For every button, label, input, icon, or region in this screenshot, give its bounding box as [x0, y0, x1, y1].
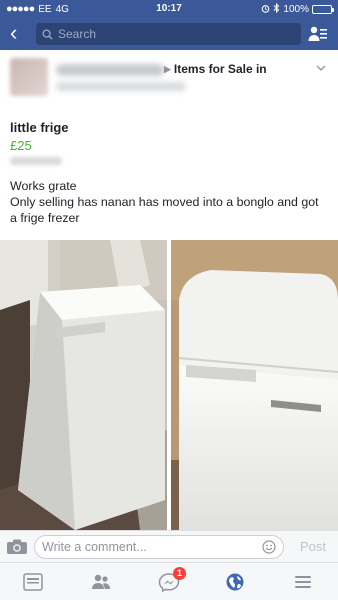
listing-price: £25 [10, 138, 32, 153]
post-header: ▶ Items for Sale in [0, 50, 338, 102]
description-line-1: Works grate [10, 179, 77, 193]
group-link[interactable]: ▶ Items for Sale in [164, 62, 267, 76]
friends-icon[interactable] [90, 572, 112, 592]
status-bar: ●●●●● EE 4G 10:17 100% [0, 0, 338, 18]
notifications-globe-icon[interactable] [224, 572, 246, 592]
post-button[interactable]: Post [300, 539, 326, 554]
redacted-location [10, 157, 62, 165]
sticker-icon[interactable] [262, 540, 276, 554]
battery-icon [312, 5, 334, 14]
comment-input[interactable]: Write a comment... [34, 535, 284, 559]
camera-icon[interactable] [6, 539, 28, 555]
alarm-icon [261, 4, 270, 16]
post-card: ▶ Items for Sale in little frige £25 Wor… [0, 50, 338, 530]
group-link-label: Items for Sale in [173, 62, 267, 76]
triangle-right-icon: ▶ [164, 63, 171, 74]
description-line-2: Only selling has nanan has moved into a … [10, 195, 319, 225]
top-bar: ●●●●● EE 4G 10:17 100% ‹ Search [0, 0, 338, 50]
menu-icon[interactable] [292, 572, 314, 592]
news-feed-icon[interactable] [22, 572, 44, 592]
search-input[interactable]: Search [36, 23, 301, 45]
search-placeholder: Search [58, 27, 97, 41]
status-right: 100% [261, 2, 334, 16]
photo-grid [0, 240, 338, 530]
comment-bar: Write a comment... Post [0, 530, 338, 562]
listing-photo-1[interactable] [0, 240, 167, 530]
search-icon [42, 28, 53, 40]
comment-placeholder: Write a comment... [42, 540, 147, 554]
redacted-post-meta [56, 82, 186, 91]
tab-bar: 1 [0, 562, 338, 600]
listing-title: little frige [10, 120, 69, 135]
back-icon[interactable]: ‹ [10, 22, 17, 44]
messages-badge: 1 [173, 567, 186, 580]
chevron-down-icon[interactable] [316, 62, 326, 74]
nav-row: ‹ Search [0, 20, 338, 48]
avatar[interactable] [10, 58, 48, 96]
messages-tab[interactable]: 1 [158, 567, 186, 593]
friend-requests-icon[interactable] [308, 24, 328, 44]
battery-percent: 100% [283, 4, 309, 15]
listing-photo-2[interactable] [171, 240, 338, 530]
listing-description: Works grate Only selling has nanan has m… [10, 178, 328, 226]
bluetooth-icon [273, 2, 280, 16]
redacted-author-name [56, 64, 164, 76]
